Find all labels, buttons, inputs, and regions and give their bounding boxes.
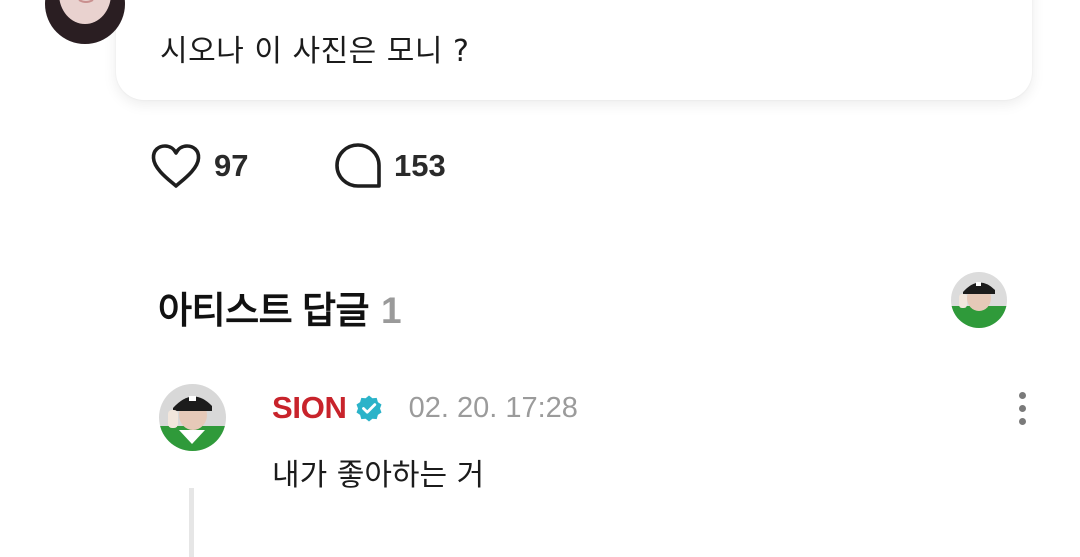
- artist-replies-count: 1: [381, 290, 402, 331]
- more-options-button[interactable]: [1004, 386, 1040, 430]
- artist-reply-screen: 시오나 이 사진은 모니 ? 97 153 아티스트 답글 1 SION 02.…: [0, 0, 1080, 557]
- likes-count: 97: [214, 148, 249, 183]
- fan-avatar[interactable]: [45, 0, 125, 44]
- verified-badge-icon: [356, 395, 382, 422]
- reply-avatar-image: [159, 384, 226, 451]
- artist-avatar-small[interactable]: [951, 272, 1007, 328]
- reply-header: SION 02. 20. 17:28: [272, 388, 578, 428]
- more-vertical-icon-dot: [1018, 404, 1026, 412]
- reply-timestamp: 02. 20. 17:28: [408, 391, 578, 424]
- post-card[interactable]: 시오나 이 사진은 모니 ?: [116, 0, 1032, 100]
- more-vertical-icon: [1018, 391, 1026, 399]
- reply-author-avatar[interactable]: [159, 384, 226, 451]
- more-vertical-icon-dot: [1018, 417, 1026, 425]
- thread-line: [189, 488, 194, 557]
- like-button[interactable]: 97: [150, 140, 248, 192]
- fan-avatar-image: [45, 0, 125, 44]
- artist-replies-title: 아티스트 답글: [158, 290, 370, 331]
- post-text: 시오나 이 사진은 모니 ?: [160, 34, 470, 69]
- heart-outline-icon: [151, 144, 201, 188]
- reply-text: 내가 좋아하는 거: [272, 458, 485, 493]
- speech-bubble-icon: [335, 143, 381, 188]
- artist-thumb-image: [951, 272, 1007, 328]
- artist-replies-header: 아티스트 답글 1: [158, 280, 402, 334]
- comment-button[interactable]: 153: [334, 140, 446, 192]
- comments-count: 153: [394, 148, 446, 183]
- reply-author-name[interactable]: SION: [272, 390, 347, 426]
